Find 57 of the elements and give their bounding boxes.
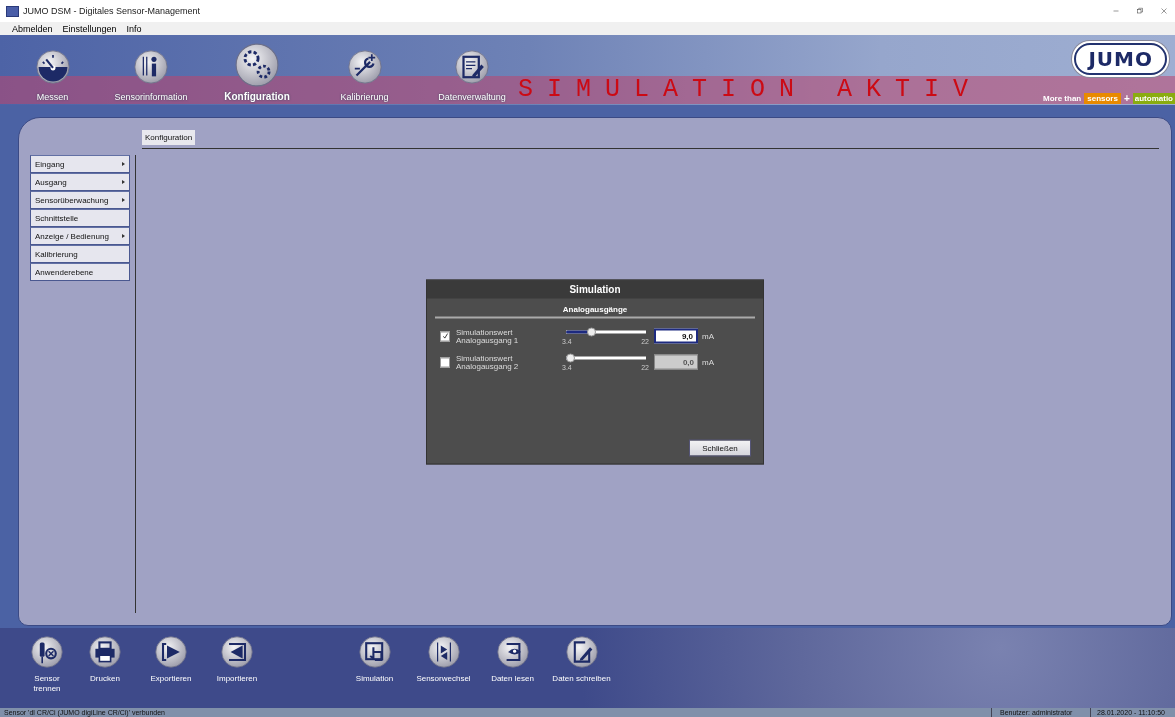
- value-field[interactable]: 9,0: [654, 328, 698, 344]
- toolbar-button[interactable]: Importieren: [204, 636, 270, 694]
- breadcrumb-tab[interactable]: Konfiguration: [142, 130, 196, 145]
- slider-thumb[interactable]: [587, 327, 597, 336]
- nav-button[interactable]: Messen: [0, 35, 105, 105]
- toolbar-button[interactable]: Daten lesen: [478, 636, 547, 694]
- restore-icon[interactable]: [1135, 6, 1145, 16]
- simulation-banner-text: SIMULATION AKTIV: [518, 77, 983, 103]
- slider-track[interactable]: [566, 353, 646, 362]
- nav-button[interactable]: Konfiguration: [197, 35, 317, 105]
- menu-item[interactable]: Einstellungen: [62, 23, 117, 34]
- close-icon[interactable]: [1159, 6, 1169, 16]
- gauge-icon: [35, 50, 70, 84]
- sidebar-item[interactable]: Kalibrierung: [30, 245, 130, 263]
- sidebar-item[interactable]: Sensorüberwachung: [30, 191, 130, 209]
- row-label: Simulationswert Analogausgang 2: [456, 354, 520, 370]
- unit-label: mA: [702, 331, 714, 341]
- row-label: Simulationswert Analogausgang 1: [456, 328, 520, 344]
- nav-button[interactable]: Kalibrierung: [317, 35, 412, 105]
- swap-icon: [427, 636, 460, 668]
- window-title: JUMO DSM - Digitales Sensor-Management: [23, 6, 201, 16]
- menu-item[interactable]: Abmelden: [12, 23, 53, 34]
- toolbar-button[interactable]: Exportieren: [138, 636, 204, 694]
- eye-icon: [496, 636, 529, 668]
- document-pencil-icon: [565, 636, 598, 668]
- settings-icon: [235, 43, 279, 87]
- app-icon: [6, 5, 19, 17]
- printer-icon: [89, 636, 121, 668]
- export-icon: [155, 636, 187, 668]
- sidebar-item[interactable]: Anzeige / Bedienung: [30, 227, 130, 245]
- toolbar-button[interactable]: Drucken: [72, 636, 138, 694]
- wrench-icon: [347, 50, 382, 84]
- document-pencil-icon: [455, 50, 489, 84]
- toolbar-button[interactable]: Sensor trennen: [22, 636, 72, 694]
- tag-label: automatio: [1132, 93, 1175, 104]
- nav-button[interactable]: Sensorinformation: [105, 35, 197, 105]
- toolbar-button[interactable]: Daten schreiben: [547, 636, 616, 694]
- toolbar-button[interactable]: Simulation: [340, 636, 409, 694]
- close-button[interactable]: Schließen: [689, 439, 751, 456]
- dialog-title: Simulation: [427, 280, 763, 298]
- checkmark-icon: [441, 332, 449, 340]
- sidebar-item[interactable]: Ausgang: [30, 173, 130, 191]
- checkbox[interactable]: [440, 331, 450, 341]
- tagline: More than: [1043, 94, 1082, 103]
- menu-item[interactable]: Info: [126, 23, 142, 34]
- sidebar-item[interactable]: Eingang: [30, 155, 130, 173]
- import-icon: [221, 636, 253, 668]
- section-heading: Analogausgänge: [435, 304, 755, 318]
- tag-label: sensors: [1084, 93, 1121, 104]
- unit-label: mA: [702, 357, 714, 367]
- plus-sign: +: [1123, 93, 1130, 104]
- sidebar-item[interactable]: Schnittstelle: [30, 209, 130, 227]
- logo: JUMO: [1074, 43, 1167, 75]
- info-icon: [134, 50, 168, 84]
- plug-x-icon: [31, 636, 63, 668]
- toolbar-button[interactable]: Sensorwechsel: [409, 636, 478, 694]
- sidebar-item[interactable]: Anwenderebene: [30, 263, 130, 281]
